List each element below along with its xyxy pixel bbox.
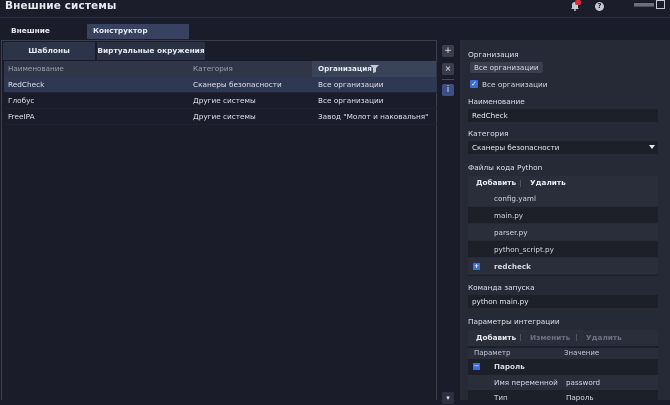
category-value: Сканеры безопасности	[472, 143, 560, 152]
param-value: Пароль	[566, 393, 594, 402]
actions-strip: + × i ▾	[440, 40, 458, 404]
all-organizations-checkbox[interactable]: ✓	[470, 80, 478, 88]
templates-grid: Наименование Категория Организация RedCh…	[4, 61, 437, 125]
params-group-row[interactable]: − Пароль	[468, 359, 658, 374]
column-header-param[interactable]: Параметр	[474, 348, 510, 359]
cell-name: Глобус	[8, 96, 35, 105]
column-header-organization[interactable]: Организация	[312, 61, 436, 77]
cell-name: RedCheck	[8, 80, 45, 89]
tab-external-systems[interactable]: Внешние системы	[5, 24, 84, 49]
notifications-bell-icon[interactable]	[570, 0, 581, 11]
category-select[interactable]: Сканеры безопасности	[468, 141, 658, 154]
file-item[interactable]: python_script.py	[468, 241, 658, 258]
table-row[interactable]: Глобус Другие системы Все организации	[4, 93, 437, 109]
user-role-placeholder	[634, 6, 654, 7]
grid-header: Наименование Категория Организация	[4, 61, 437, 77]
info-icon[interactable]: i	[442, 84, 454, 96]
params-group-label: Пароль	[494, 362, 525, 371]
folder-item[interactable]: + redcheck	[468, 258, 658, 275]
category-label: Категория	[468, 129, 509, 138]
table-row[interactable]: FreeIPA Другие системы Завод "Молот и на…	[4, 109, 437, 125]
tab-integration-templates[interactable]: Шаблоны интеграций	[3, 42, 95, 72]
params-header: Параметр Значение	[468, 348, 658, 359]
divider	[520, 334, 521, 341]
divider	[576, 334, 577, 341]
files-add-button[interactable]: Добавить	[476, 176, 516, 190]
page-title: Внешние системы	[5, 0, 117, 12]
add-icon[interactable]: +	[442, 45, 454, 57]
params-edit-button[interactable]: Изменить	[530, 330, 570, 344]
files-delete-button[interactable]: Удалить	[530, 176, 566, 190]
command-label: Команда запуска	[468, 283, 535, 292]
delete-icon[interactable]: ×	[442, 63, 454, 75]
table-row[interactable]: RedCheck Сканеры безопасности Все органи…	[4, 77, 437, 93]
divider	[442, 79, 454, 80]
name-label: Наименование	[468, 97, 525, 106]
column-header-category[interactable]: Категория	[193, 61, 233, 77]
param-value: password	[566, 378, 601, 387]
top-bar: Внешние системы ?	[0, 0, 670, 18]
file-item[interactable]: main.py	[468, 207, 658, 224]
command-input[interactable]: python main.py	[468, 295, 658, 308]
column-header-value[interactable]: Значение	[564, 348, 599, 359]
table-row[interactable]: Тип Пароль	[468, 390, 658, 405]
cell-name: FreeIPA	[8, 112, 35, 121]
column-header-name[interactable]: Наименование	[8, 61, 64, 77]
collapse-group-icon[interactable]: −	[473, 363, 480, 370]
table-row[interactable]: Имя переменной password	[468, 375, 658, 390]
help-icon[interactable]: ?	[595, 2, 604, 11]
all-organizations-label: Все организации	[482, 80, 548, 89]
folder-label: redcheck	[494, 262, 531, 271]
tab-virtual-environments[interactable]: Виртуальные окружения	[97, 42, 205, 60]
params-table: Добавить Изменить Удалить Параметр Значе…	[468, 330, 658, 402]
filter-icon[interactable]	[370, 65, 379, 73]
details-panel: Организация Все организации ✓ Все органи…	[460, 40, 670, 402]
files-toolbar: Добавить Удалить	[468, 176, 658, 190]
cell-organization: Все организации	[318, 80, 384, 89]
cell-organization: Все организации	[318, 96, 384, 105]
notification-badge	[575, 0, 581, 5]
organization-chip[interactable]: Все организации	[470, 62, 543, 73]
param-name: Тип	[494, 393, 508, 402]
cell-organization: Завод "Молот и наковальня"	[318, 112, 429, 121]
collapse-icon[interactable]: ▾	[442, 392, 454, 404]
organization-label: Организация	[468, 50, 519, 59]
file-item[interactable]: parser.py	[468, 224, 658, 241]
files-label: Файлы кода Python	[468, 163, 543, 172]
column-header-organization-label: Организация	[318, 64, 372, 73]
cell-category: Сканеры безопасности	[193, 80, 282, 89]
logout-icon[interactable]	[656, 0, 665, 9]
files-list: Добавить Удалить config.yaml main.py par…	[468, 176, 658, 276]
params-add-button[interactable]: Добавить	[476, 330, 516, 344]
name-input[interactable]: RedCheck	[468, 109, 658, 122]
templates-panel: Шаблоны интеграций Виртуальные окружения…	[1, 40, 437, 400]
divider	[520, 180, 521, 187]
chevron-down-icon	[649, 145, 655, 149]
params-toolbar: Добавить Изменить Удалить	[468, 330, 658, 346]
cell-category: Другие системы	[193, 112, 256, 121]
param-name: Имя переменной	[494, 378, 558, 387]
expand-icon[interactable]: +	[473, 263, 480, 270]
cell-category: Другие системы	[193, 96, 256, 105]
params-label: Параметры интеграции	[468, 317, 560, 326]
file-item[interactable]: config.yaml	[468, 190, 658, 207]
tab-integration-constructor[interactable]: Конструктор интеграций	[87, 24, 189, 49]
params-delete-button[interactable]: Удалить	[586, 330, 622, 344]
